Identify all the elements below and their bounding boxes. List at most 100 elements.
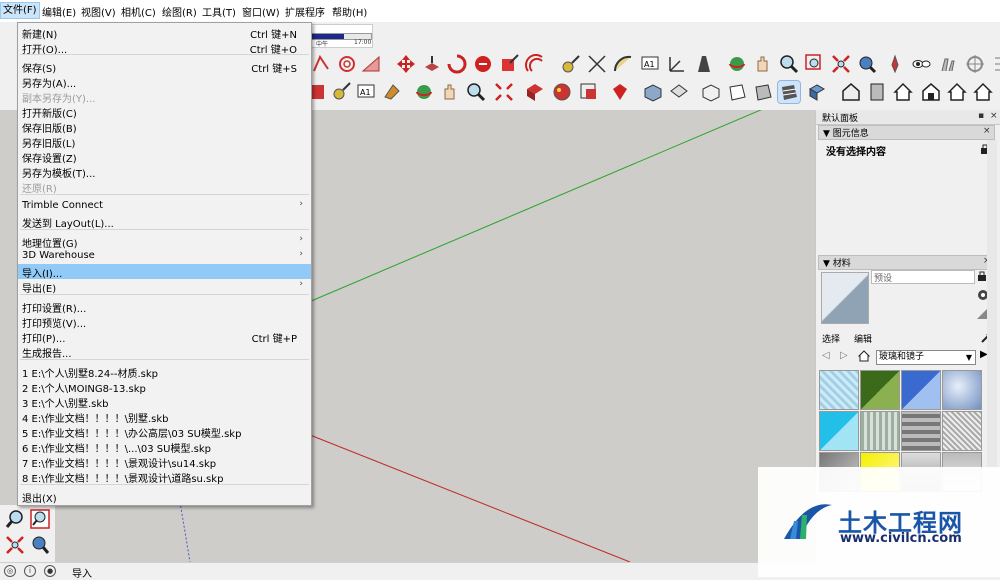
xray-icon[interactable]	[700, 81, 722, 103]
tray-close-icon[interactable]: ×	[990, 111, 998, 121]
textured-icon[interactable]	[806, 81, 828, 103]
axes-icon[interactable]	[666, 53, 688, 75]
menu-window[interactable]: 窗口(W)	[242, 4, 280, 19]
rotate-icon[interactable]	[446, 53, 468, 75]
materials-header[interactable]: ▼ 材料 ×	[818, 255, 995, 270]
entity-info-header[interactable]: ▼ 图元信息 ×	[818, 125, 995, 140]
dimension-icon[interactable]	[586, 53, 608, 75]
menu-help[interactable]: 帮助(H)	[332, 4, 367, 19]
iso-view-icon[interactable]	[642, 81, 664, 103]
file-menu-item[interactable]: 保存设置(Z)	[18, 149, 311, 165]
menu-extensions[interactable]: 扩展程序	[285, 4, 325, 19]
section-plane-icon[interactable]	[964, 53, 986, 75]
home-icon[interactable]	[892, 81, 914, 103]
zoom-tool-icon[interactable]	[465, 81, 487, 103]
file-menu-item[interactable]: 打开(O)... Ctrl 键+O	[18, 40, 311, 56]
extrude-icon[interactable]	[360, 53, 382, 75]
file-menu-item[interactable]: 退出(X)	[18, 489, 311, 505]
user-icon[interactable]: ●	[44, 565, 56, 577]
file-menu-item[interactable]: 打印预览(V)...	[18, 314, 311, 330]
offset-icon[interactable]	[336, 53, 358, 75]
file-menu-item[interactable]: 另存旧版(L)	[18, 134, 311, 150]
tray-pin-icon[interactable]: ▪	[978, 111, 984, 121]
forward-arrow-icon[interactable]: ▷	[840, 350, 848, 361]
wireframe-icon[interactable]	[726, 81, 748, 103]
component-icon[interactable]	[524, 81, 546, 103]
file-menu-item[interactable]: 另存为(A)...	[18, 74, 311, 90]
menu-edit[interactable]: 编辑(E)	[42, 4, 76, 19]
file-menu-item[interactable]: 保存(S) Ctrl 键+S	[18, 59, 311, 75]
3d-text-icon[interactable]	[692, 53, 714, 75]
file-menu-item[interactable]: 导入(I)...	[18, 264, 311, 280]
file-menu-item[interactable]: 2 E:\个人\MOING8-13.skp	[18, 379, 311, 395]
back-view-icon[interactable]	[946, 81, 968, 103]
file-menu-item[interactable]: 8 E:\作业文档！！！！\景观设计\道路su.skp	[18, 469, 311, 485]
zoom-extents-left-icon[interactable]	[4, 534, 26, 556]
file-menu-item[interactable]: 导出(E) ›	[18, 279, 311, 295]
menu-tools[interactable]: 工具(T)	[202, 4, 236, 19]
move-icon[interactable]	[395, 53, 417, 75]
entity-info-close-icon[interactable]: ×	[983, 126, 991, 136]
material-tile[interactable]	[819, 411, 859, 451]
shaded-mode-button[interactable]	[777, 80, 801, 104]
file-menu-item[interactable]: 生成报告...	[18, 344, 311, 360]
orbit-icon[interactable]	[726, 53, 748, 75]
file-menu-item[interactable]: 打开新版(C)	[18, 104, 311, 120]
file-menu-item[interactable]: 地理位置(G) ›	[18, 234, 311, 250]
file-menu-item[interactable]: 3 E:\个人\别墅.skb	[18, 394, 311, 410]
zoom-window-icon[interactable]	[804, 53, 826, 75]
material-tile[interactable]	[819, 370, 859, 410]
material-tile[interactable]	[860, 370, 900, 410]
material-tile[interactable]	[860, 411, 900, 451]
material-tile[interactable]	[942, 370, 982, 410]
walk-icon[interactable]	[936, 53, 958, 75]
styles-icon[interactable]	[578, 81, 600, 103]
zoom-window-left-icon[interactable]	[29, 508, 51, 530]
file-menu-item[interactable]: 5 E:\作业文档！！！！\办公高层\03 SU模型.skp	[18, 424, 311, 440]
file-menu-item[interactable]: 打印设置(R)...	[18, 299, 311, 315]
material-name-field[interactable]: 预设	[871, 270, 975, 284]
label-icon[interactable]: A1	[356, 81, 378, 103]
zoom-extents-tool-icon[interactable]	[493, 81, 515, 103]
offset-tool-icon[interactable]	[524, 53, 546, 75]
file-menu-item[interactable]: 4 E:\作业文档！！！！\别墅.skb	[18, 409, 311, 425]
materials-icon[interactable]	[551, 81, 573, 103]
right-view-icon[interactable]	[920, 81, 942, 103]
zoom-icon[interactable]	[778, 53, 800, 75]
file-menu-item[interactable]: 打印(P)... Ctrl 键+P	[18, 329, 311, 345]
paint-icon[interactable]	[381, 81, 403, 103]
front-view-icon[interactable]	[866, 81, 888, 103]
file-menu-item[interactable]: 新建(N) Ctrl 键+N	[18, 25, 311, 41]
house-3d-icon[interactable]	[840, 81, 862, 103]
material-tile[interactable]	[901, 411, 941, 451]
back-arrow-icon[interactable]: ◁	[822, 350, 830, 361]
pan-icon[interactable]	[752, 53, 774, 75]
previous-view-icon[interactable]	[856, 53, 878, 75]
menu-file[interactable]: 文件(F)	[0, 2, 40, 19]
file-menu-item[interactable]: 发送到 LayOut(L)...	[18, 214, 311, 230]
geo-location-icon[interactable]: ◎	[4, 565, 16, 577]
push-pull-icon[interactable]	[421, 53, 443, 75]
home-materials-icon[interactable]	[858, 350, 870, 362]
scale-icon[interactable]	[498, 53, 520, 75]
file-menu-item[interactable]: 1 E:\个人\别墅8.24--材质.skp	[18, 364, 311, 380]
credits-icon[interactable]: i	[24, 565, 36, 577]
orbit-tool-icon[interactable]	[413, 81, 435, 103]
follow-me-icon[interactable]	[310, 53, 332, 75]
material-tile[interactable]	[942, 411, 982, 451]
top-view-icon[interactable]	[668, 81, 690, 103]
tape-measure-icon[interactable]	[560, 53, 582, 75]
text-icon[interactable]: A1	[640, 53, 662, 75]
tab-edit[interactable]: 编辑	[854, 332, 872, 345]
menu-view[interactable]: 视图(V)	[81, 4, 116, 19]
file-menu-item[interactable]: 另存为模板(T)...	[18, 164, 311, 180]
tab-select[interactable]: 选择	[822, 332, 840, 345]
follow-me-tool-icon[interactable]	[472, 53, 494, 75]
file-menu-item[interactable]: 3D Warehouse ›	[18, 249, 311, 264]
toolbar-overflow-icon[interactable]	[988, 53, 1000, 75]
protractor-icon[interactable]	[612, 53, 634, 75]
zoom-left-icon[interactable]	[4, 508, 26, 530]
left-view-icon[interactable]	[972, 81, 994, 103]
file-menu-item[interactable]: 6 E:\作业文档！！！！\...\03 SU模型.skp	[18, 439, 311, 455]
position-camera-icon[interactable]	[884, 53, 906, 75]
